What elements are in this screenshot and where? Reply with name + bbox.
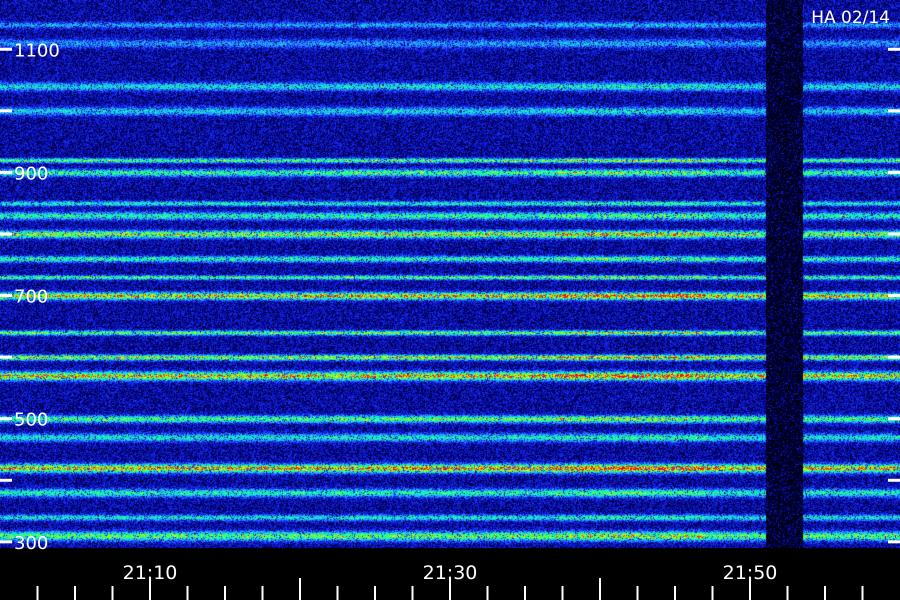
chart-overlay: 300 500 700 900 1100 21:10 21:30 21:50 HA 02/1… [0,8,900,600]
y-tick-label: 500 [14,410,48,431]
x-axis: 21:10 21:30 21:50 [36,562,864,600]
y-axis: 300 500 700 900 1100 [0,40,900,554]
y-tick-label: 700 [14,287,48,308]
y-tick-label: 1100 [14,40,60,61]
x-tick-label: 21:50 [723,562,778,584]
x-tick-label: 21:30 [423,562,478,584]
y-tick-label: 300 [14,533,48,554]
station-date-stamp: HA 02/14 [811,8,890,28]
y-tick-label: 900 [14,163,48,184]
spectrogram-chart: 300 500 700 900 1100 21:10 21:30 21:50 HA 02/1… [0,0,900,600]
x-tick-label: 21:10 [123,562,178,584]
